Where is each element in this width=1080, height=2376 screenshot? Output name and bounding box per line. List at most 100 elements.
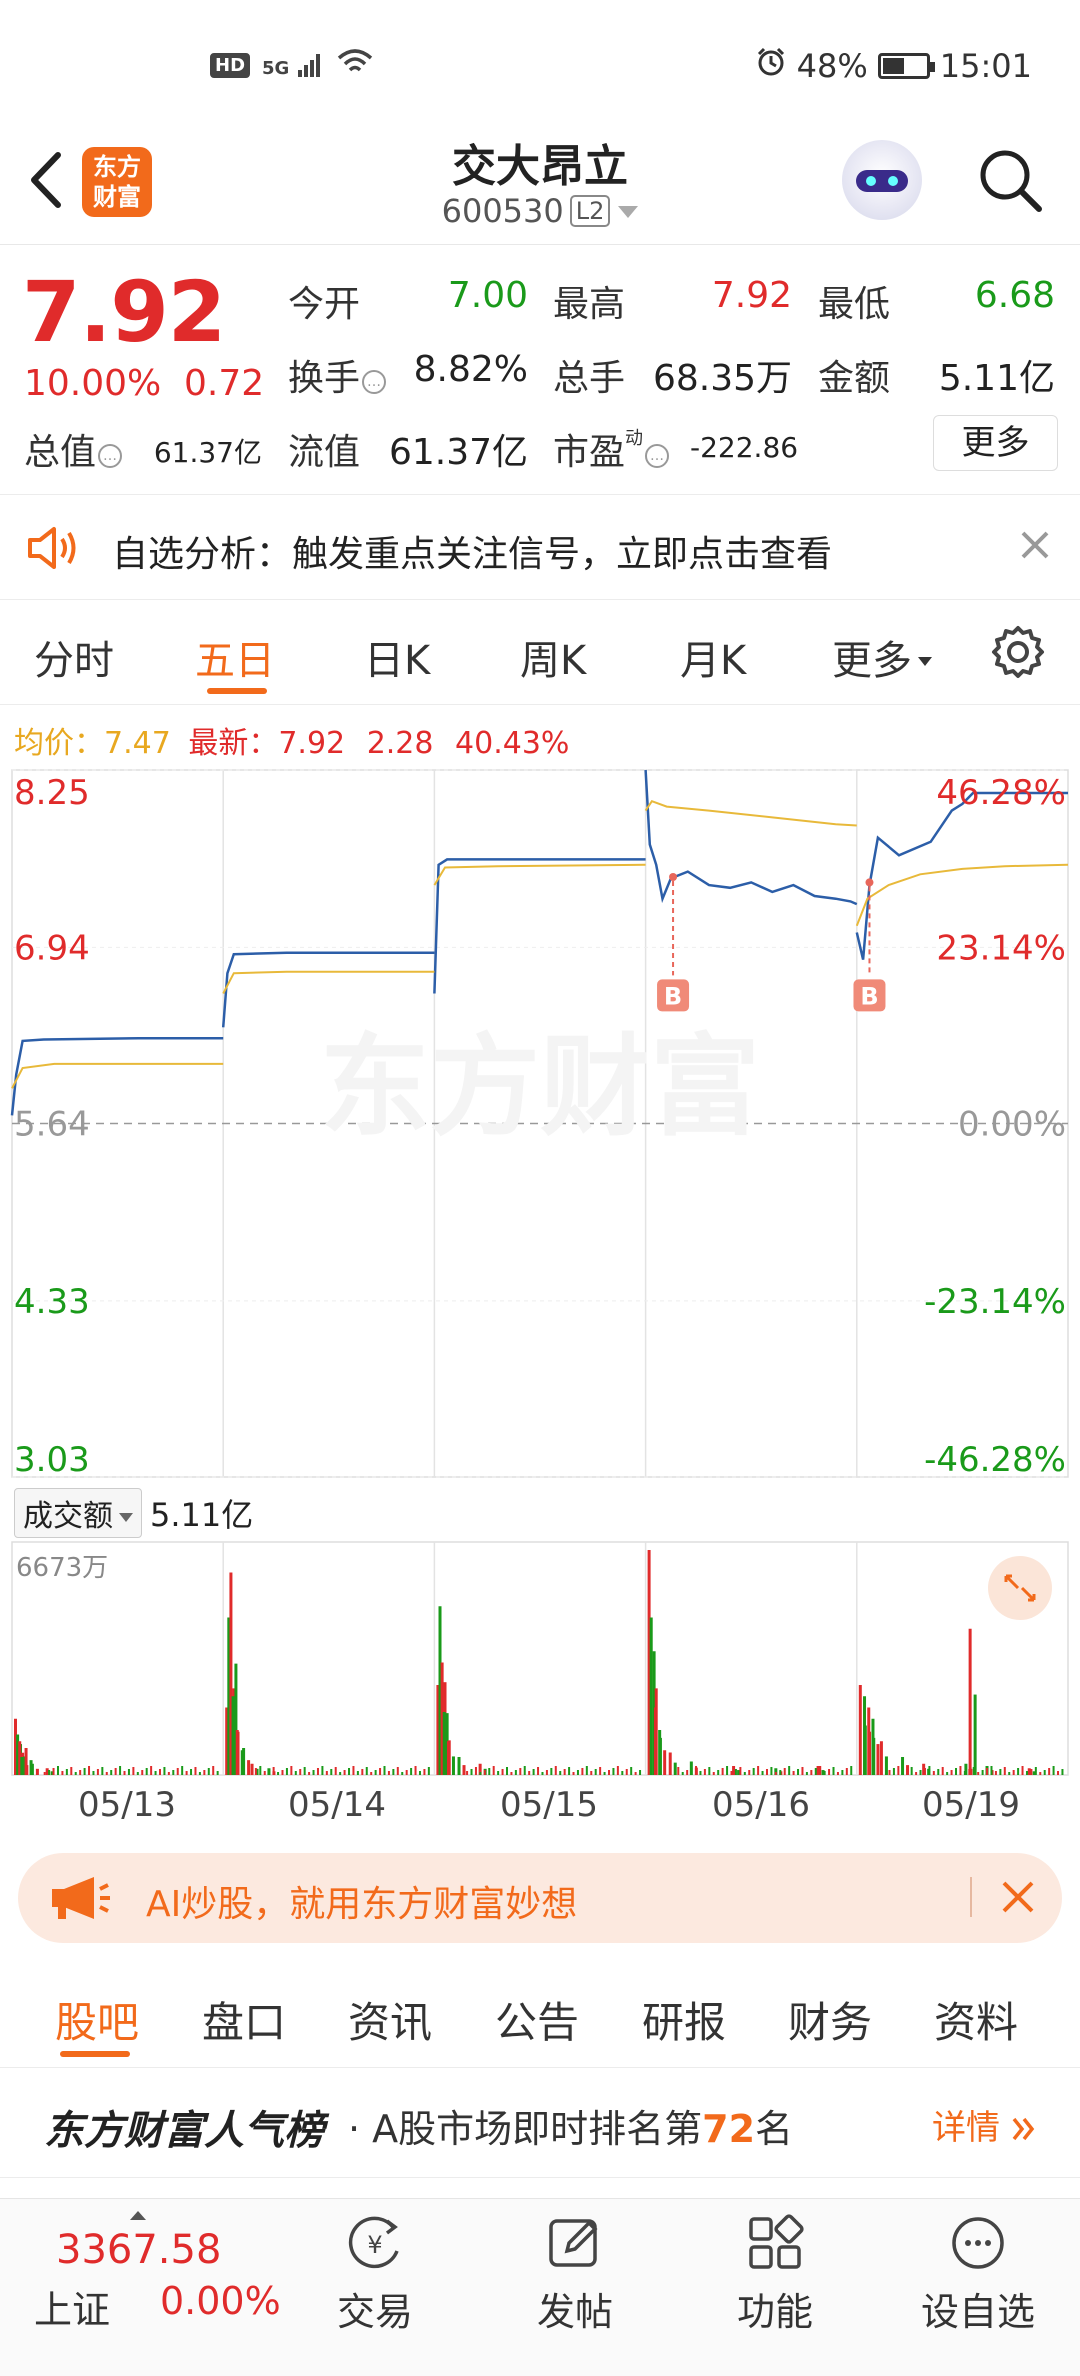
- y-axis-label-left: 4.33: [14, 1282, 90, 1322]
- legend-change: 2.28: [366, 726, 434, 761]
- search-button[interactable]: [975, 145, 1045, 215]
- volume-bar: [599, 1767, 602, 1775]
- expand-icon[interactable]: [988, 1556, 1052, 1620]
- volume-bar: [941, 1767, 944, 1775]
- volume-bar: [590, 1771, 593, 1775]
- signal-alert-banner[interactable]: 自选分析：触发重点关注信号，立即点击查看: [0, 495, 1080, 600]
- volume-bar: [105, 1772, 108, 1775]
- search-icon: [980, 150, 1042, 212]
- tab-news[interactable]: 资讯: [348, 1989, 432, 2050]
- volume-bar: [1012, 1770, 1015, 1775]
- tab-profile[interactable]: 资料: [934, 1989, 1018, 2050]
- ai-assistant-avatar[interactable]: [842, 140, 922, 220]
- volume-bar: [20, 1757, 24, 1775]
- volume-bar: [810, 1770, 813, 1775]
- functions-button[interactable]: 功能: [705, 2213, 845, 2336]
- volume-bar: [61, 1771, 64, 1775]
- volume-header: 成交额 5.11亿: [14, 1488, 253, 1538]
- y-axis-label-right: 23.14%: [936, 928, 1066, 968]
- stock-code-selector[interactable]: 600530 L2: [0, 192, 1080, 230]
- volume-bar: [805, 1772, 808, 1775]
- pe-label[interactable]: 市盈动…: [553, 423, 670, 475]
- volume-bar: [519, 1768, 522, 1775]
- series-line: [855, 863, 1069, 927]
- tab-daily-k[interactable]: 日K: [364, 628, 430, 686]
- turnover-label[interactable]: 换手…: [288, 349, 387, 401]
- volume-bar: [79, 1770, 82, 1775]
- trade-button[interactable]: ¥ 交易: [305, 2213, 445, 2336]
- more-quote-button[interactable]: 更多: [933, 415, 1058, 471]
- tab-guba[interactable]: 股吧: [55, 1989, 139, 2050]
- tab-five-day[interactable]: 五日: [195, 628, 275, 686]
- series-line: [433, 863, 646, 886]
- volume-bar: [814, 1768, 817, 1775]
- volume-bar: [734, 1769, 737, 1775]
- volume-bar: [658, 1730, 662, 1775]
- volume-bar: [383, 1766, 386, 1775]
- volume-bar: [828, 1769, 831, 1775]
- volume-bar: [334, 1767, 337, 1775]
- volume-bar: [699, 1771, 702, 1775]
- volume-bar: [708, 1767, 711, 1775]
- close-icon[interactable]: [998, 1877, 1038, 1917]
- tab-weekly-k[interactable]: 周K: [520, 628, 586, 686]
- volume-bar: [695, 1766, 698, 1775]
- status-bar: HD 5G 48% 15:01: [0, 0, 1080, 120]
- alarm-icon: [755, 46, 787, 86]
- volume-bar: [977, 1772, 980, 1775]
- volume-frame: [11, 1541, 1069, 1776]
- volume-bar: [163, 1767, 166, 1775]
- popularity-ranking-row[interactable]: 东方财富人气榜 · A股市场即时排名第72名 详情: [0, 2068, 1080, 2178]
- ai-promo-banner[interactable]: AI炒股，就用东方财富妙想: [18, 1853, 1062, 1943]
- volume-bar: [247, 1760, 251, 1775]
- volume-bar: [608, 1770, 611, 1775]
- tab-monthly-k[interactable]: 月K: [680, 628, 746, 686]
- tab-intraday[interactable]: 分时: [34, 628, 114, 686]
- volume-bar: [299, 1769, 302, 1775]
- volume-bar: [968, 1769, 971, 1775]
- volume-bar: [167, 1772, 170, 1775]
- volume-bar: [114, 1768, 117, 1775]
- close-icon[interactable]: [1015, 525, 1055, 565]
- tab-research[interactable]: 研报: [642, 1989, 726, 2050]
- volume-bar: [88, 1766, 91, 1775]
- tab-announcements[interactable]: 公告: [495, 1989, 579, 2050]
- volume-bar: [361, 1769, 364, 1775]
- volume-bar: [673, 1762, 677, 1775]
- volume-bar: [752, 1768, 755, 1775]
- volume-bar: [110, 1770, 113, 1775]
- add-watchlist-button[interactable]: 设自选: [908, 2213, 1048, 2336]
- volume-bar: [616, 1766, 619, 1775]
- total-mktcap-label[interactable]: 总值…: [24, 423, 123, 475]
- volume-bar: [937, 1769, 940, 1775]
- volume-bar: [690, 1768, 693, 1775]
- volume-metric-dropdown[interactable]: 成交额: [14, 1488, 142, 1538]
- ranking-detail-link[interactable]: 详情: [932, 2100, 1037, 2149]
- volume-bar: [721, 1768, 724, 1775]
- volume-bar: [845, 1768, 848, 1775]
- volume-bar: [176, 1768, 179, 1775]
- volume-bar: [231, 1696, 235, 1775]
- post-button[interactable]: 发帖: [505, 2213, 645, 2336]
- volume-bar: [154, 1771, 157, 1775]
- volume-bar: [946, 1772, 949, 1775]
- volume-bar: [185, 1771, 188, 1775]
- volume-bar: [172, 1770, 175, 1775]
- tab-financials[interactable]: 财务: [788, 1989, 872, 2050]
- tab-orderbook[interactable]: 盘口: [202, 1989, 286, 2050]
- five-day-price-chart[interactable]: 东方财富 B B 8.25 46.28% 6.94 23.14% 5.64 0.00% 4.33 -…: [0, 765, 1080, 1480]
- volume-bar: [999, 1769, 1002, 1775]
- hd-icon: HD: [210, 53, 251, 78]
- y-axis-label-right: -46.28%: [924, 1440, 1066, 1480]
- volume-bar: [203, 1770, 206, 1775]
- volume-bar: [668, 1752, 672, 1775]
- volume-bar: [634, 1772, 637, 1775]
- volume-bar: [545, 1770, 548, 1775]
- volume-bar: [24, 1748, 28, 1775]
- volume-bar-chart[interactable]: 6673万: [0, 1540, 1080, 1780]
- volume-bar: [35, 1768, 39, 1775]
- volume-bar: [876, 1744, 880, 1775]
- tab-more[interactable]: 更多: [832, 628, 932, 686]
- volume-bar: [955, 1768, 958, 1775]
- settings-gear-icon[interactable]: [990, 624, 1046, 680]
